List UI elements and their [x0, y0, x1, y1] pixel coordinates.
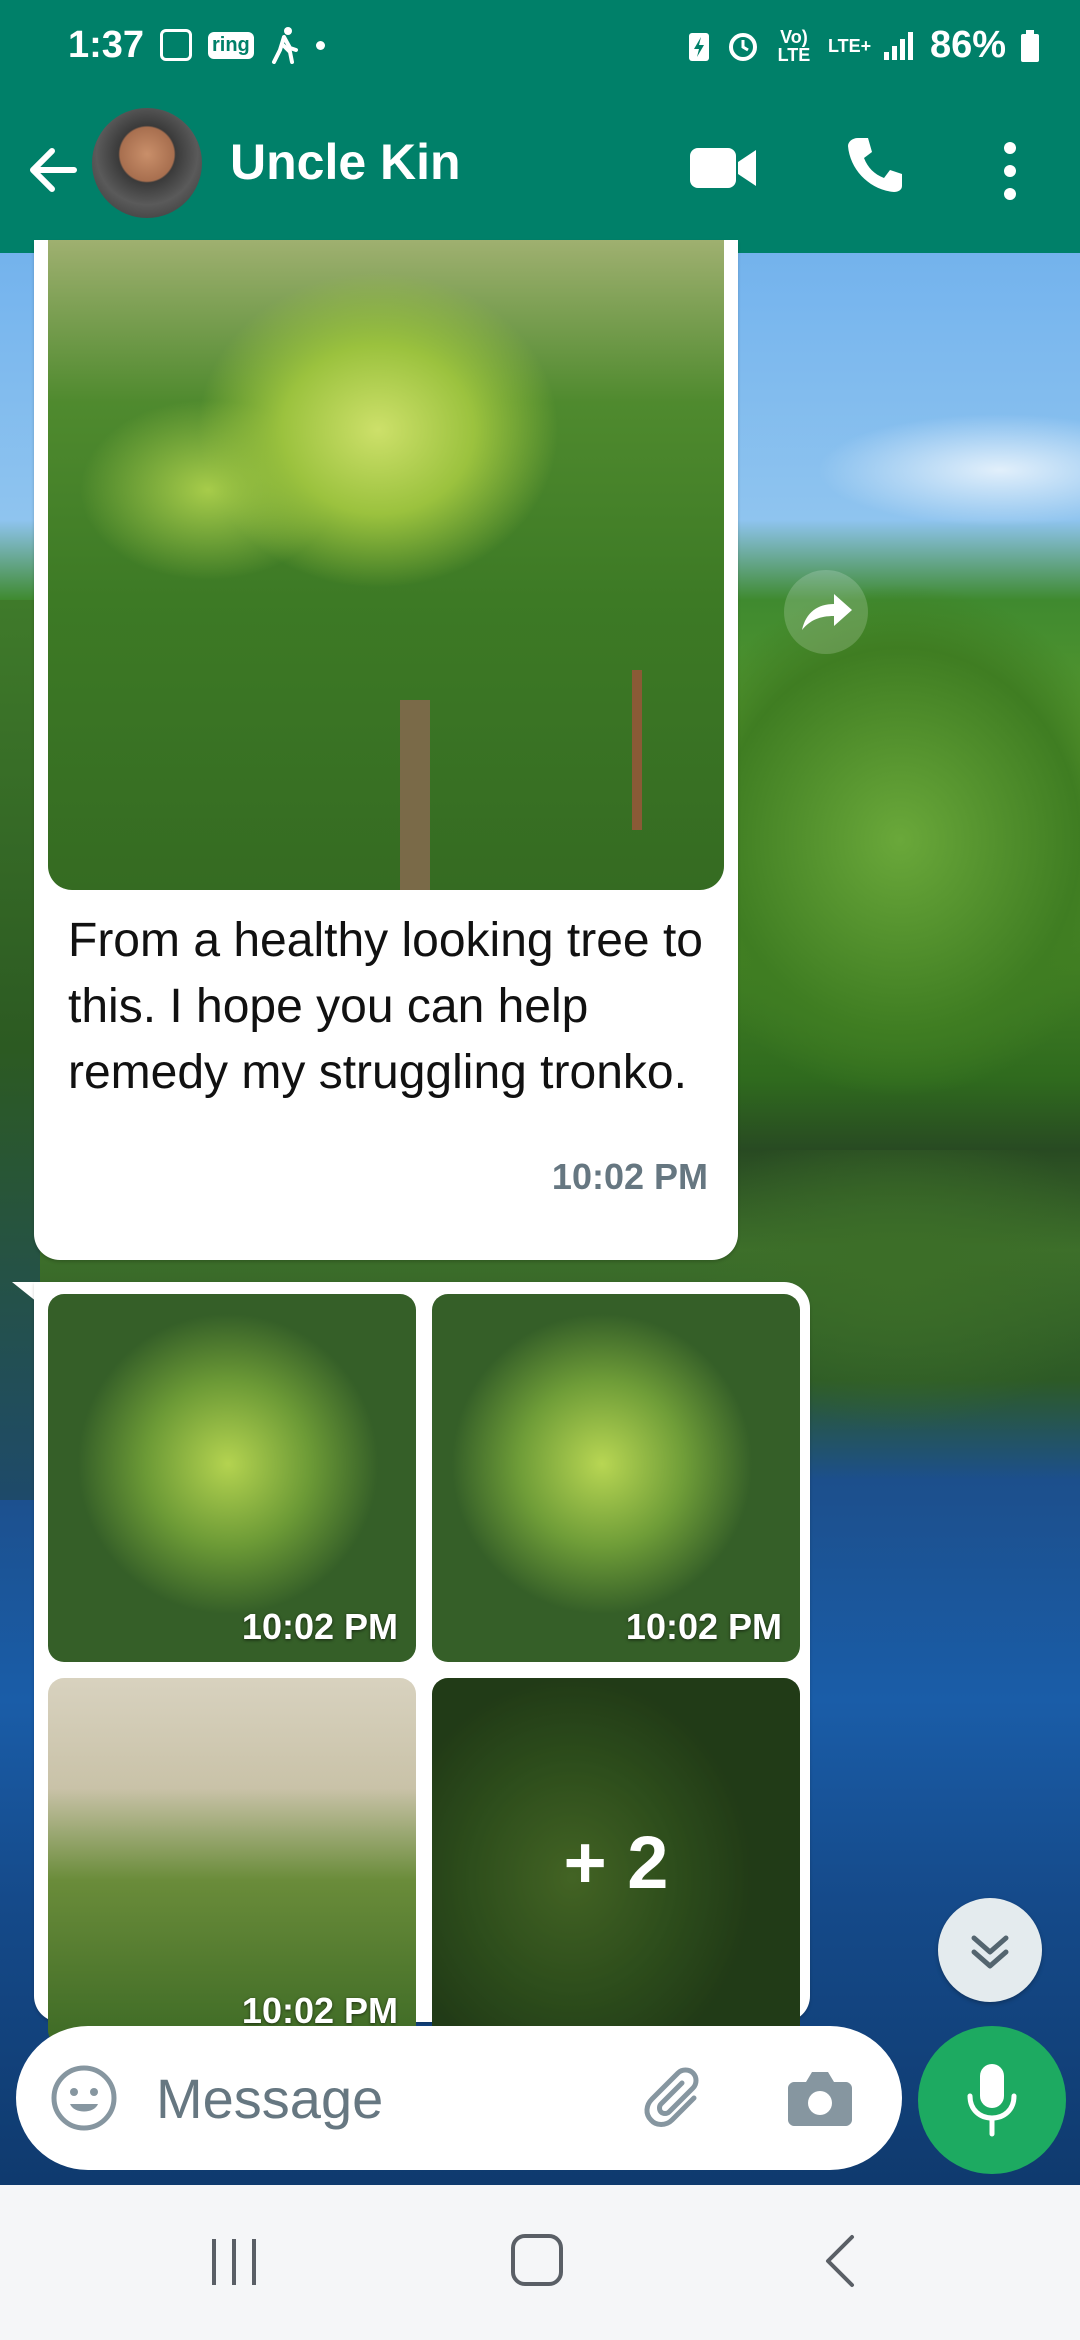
status-left-icons: ring [160, 26, 325, 64]
forward-icon [802, 594, 852, 630]
more-options-icon[interactable] [996, 138, 1024, 204]
message-composer [16, 2026, 902, 2170]
message-bubble-image-caption[interactable]: From a healthy looking tree to this. I h… [34, 240, 738, 1260]
more-images-count: + 2 [432, 1678, 800, 2046]
system-nav-bar [0, 2185, 1080, 2340]
emoji-icon[interactable] [50, 2064, 118, 2132]
ring-icon: ring [208, 31, 254, 59]
album-image-3[interactable]: 10:02 PM [48, 1678, 416, 2046]
tree-trunk [400, 700, 430, 890]
recent-apps-icon[interactable] [208, 2235, 262, 2289]
battery-icon [1021, 29, 1039, 62]
status-right-icons: Vo) LTE LTE+ 86% [686, 24, 1040, 67]
mic-icon [967, 2064, 1017, 2137]
alarm-icon [728, 32, 757, 61]
volte-icon: Vo) LTE [777, 26, 811, 65]
message-timestamp: 10:02 PM [551, 1156, 708, 1197]
back-arrow-icon[interactable] [24, 140, 84, 200]
message-bubble-album[interactable]: 10:02 PM 10:02 PM 10:02 PM + 2 [34, 1282, 810, 2046]
album-image-more[interactable]: + 2 [432, 1678, 800, 2046]
message-caption: From a healthy looking tree to this. I h… [68, 914, 703, 1099]
scroll-to-bottom-button[interactable] [938, 1898, 1042, 2002]
status-bar: 1:37 ring Vo) LTE LTE+ 86% [0, 0, 1080, 98]
wallpaper-hills [700, 520, 1080, 1140]
chat-header: Uncle Kin [0, 98, 1080, 253]
avatar[interactable] [92, 108, 202, 218]
mango-tree-photo[interactable] [48, 240, 724, 890]
battery-percent: 86% [929, 24, 1006, 66]
attach-icon[interactable] [642, 2064, 712, 2134]
battery-saver-icon [688, 32, 709, 61]
camera-icon[interactable] [786, 2066, 854, 2130]
album-image-1[interactable]: 10:02 PM [48, 1294, 416, 1662]
back-icon[interactable] [820, 2231, 860, 2291]
image-timestamp: 10:02 PM [241, 1606, 398, 1647]
forward-button[interactable] [784, 570, 868, 654]
video-call-icon[interactable] [688, 140, 758, 196]
home-icon[interactable] [508, 2231, 566, 2289]
garden-stake [632, 670, 642, 830]
image-timestamp: 10:02 PM [625, 1606, 782, 1647]
contact-name[interactable]: Uncle Kin [230, 133, 461, 191]
voice-message-button[interactable] [918, 2026, 1066, 2174]
chevrons-down-icon [971, 1935, 1009, 1969]
lte-icon: LTE+ [827, 35, 872, 56]
voice-call-icon[interactable] [844, 134, 906, 196]
signal-icon [883, 31, 913, 60]
dot-icon [315, 40, 325, 50]
message-input[interactable] [156, 2062, 636, 2134]
walking-icon [271, 27, 298, 64]
album-image-2[interactable]: 10:02 PM [432, 1294, 800, 1662]
gallery-icon [160, 29, 192, 61]
status-time: 1:37 [68, 24, 145, 66]
